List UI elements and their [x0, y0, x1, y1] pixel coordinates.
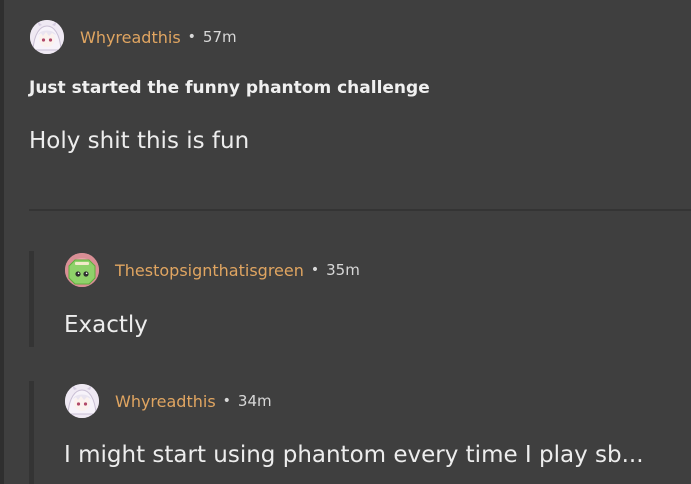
- reply-time: 34m: [237, 392, 272, 410]
- meta-separator: •: [222, 393, 231, 409]
- meta-separator: •: [187, 29, 196, 45]
- reply-thread-line[interactable]: [29, 251, 34, 347]
- reply-body: I might start using phantom every time I…: [64, 442, 644, 468]
- anime-girl-avatar-icon: [30, 20, 64, 54]
- reply-author[interactable]: Whyreadthis: [115, 392, 216, 411]
- reply-meta: Whyreadthis • 34m: [65, 381, 272, 421]
- green-stop-sign-avatar-icon: [65, 253, 99, 287]
- anime-girl-avatar-icon: [65, 384, 99, 418]
- post-meta: Whyreadthis • 57m: [30, 17, 237, 57]
- post-title[interactable]: Just started the funny phantom challenge: [29, 78, 430, 98]
- post-author[interactable]: Whyreadthis: [80, 28, 181, 47]
- divider: [29, 209, 691, 211]
- reply-body: Exactly: [64, 312, 148, 338]
- post-time: 57m: [202, 28, 237, 46]
- reply-time: 35m: [326, 261, 360, 279]
- avatar[interactable]: [65, 253, 99, 287]
- avatar[interactable]: [65, 384, 99, 418]
- left-edge-bar: [0, 0, 4, 484]
- reply-author[interactable]: Thestopsignthatisgreen: [115, 261, 304, 280]
- reply-meta: Thestopsignthatisgreen • 35m: [65, 250, 360, 290]
- reply-thread-line[interactable]: [29, 381, 34, 484]
- meta-separator: •: [310, 262, 320, 278]
- post-body: Holy shit this is fun: [29, 128, 250, 154]
- avatar[interactable]: [30, 20, 64, 54]
